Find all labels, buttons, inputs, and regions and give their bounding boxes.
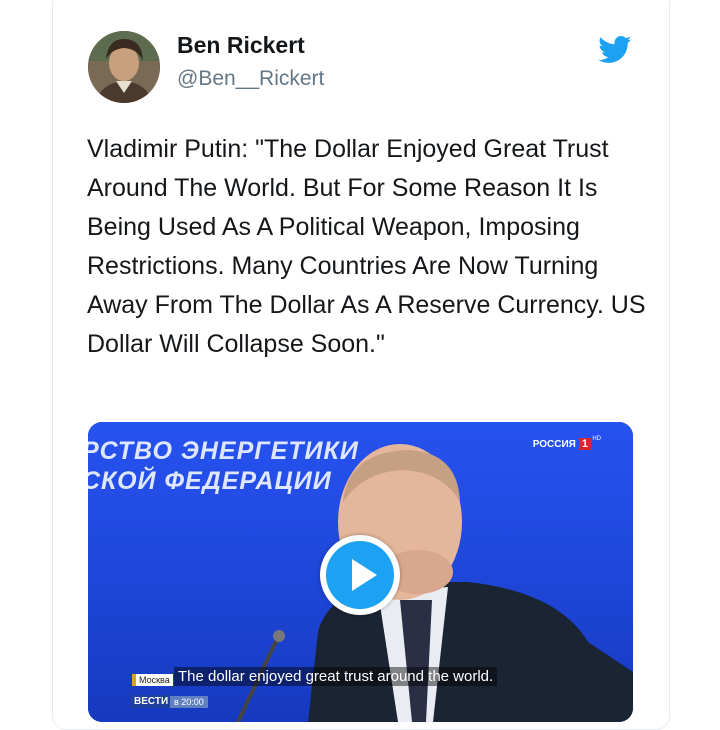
channel-number: 1 <box>578 438 591 450</box>
play-icon[interactable] <box>326 541 394 609</box>
program-label: ВЕСТИ <box>130 695 173 708</box>
author-handle[interactable]: @Ben__Rickert <box>177 67 324 91</box>
channel-hd: HD <box>592 436 601 442</box>
avatar[interactable] <box>88 31 160 103</box>
play-button[interactable] <box>320 535 400 615</box>
channel-name: РОССИЯ <box>532 439 576 450</box>
tweet-text: Vladimir Putin: "The Dollar Enjoyed Grea… <box>87 135 646 358</box>
location-label: Москва <box>132 674 173 686</box>
channel-logo: РОССИЯ 1 <box>533 438 591 450</box>
twitter-bird-icon[interactable] <box>598 36 632 64</box>
avatar-photo <box>88 31 160 103</box>
program-time: в 20:00 <box>170 696 208 708</box>
backdrop-text-line2: СКОЙ ФЕДЕРАЦИИ <box>88 467 332 495</box>
backdrop-text-line1: РСТВО ЭНЕРГЕТИКИ <box>88 437 359 465</box>
video-subtitle: The dollar enjoyed great trust around th… <box>174 667 498 686</box>
play-triangle <box>352 559 377 591</box>
author-name[interactable]: Ben Rickert <box>177 32 305 59</box>
video-player[interactable]: РСТВО ЭНЕРГЕТИКИ СКОЙ ФЕДЕРАЦИИ РОССИЯ 1 … <box>88 422 633 722</box>
